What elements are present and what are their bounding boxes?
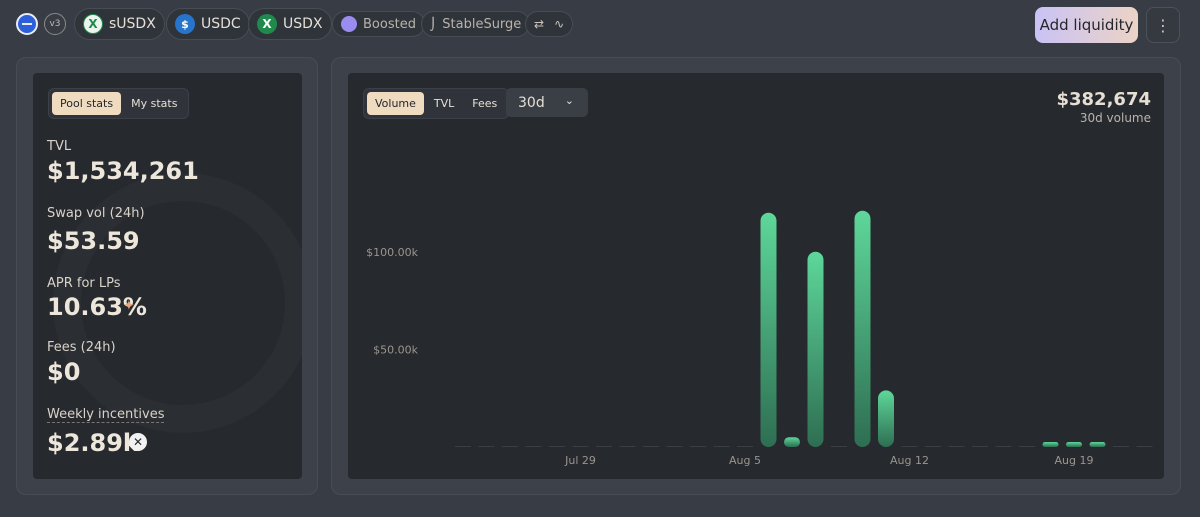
version-badge: v3 bbox=[44, 13, 66, 35]
volume-bar[interactable] bbox=[502, 446, 518, 447]
tab-my-stats[interactable]: My stats bbox=[123, 92, 185, 115]
volume-bar[interactable] bbox=[643, 446, 659, 447]
token-symbol: sUSDX bbox=[109, 16, 156, 32]
volume-bar[interactable] bbox=[525, 446, 542, 447]
fees-label: Fees (24h) bbox=[47, 340, 116, 355]
volume-bar[interactable] bbox=[1113, 446, 1129, 447]
volume-bar[interactable] bbox=[666, 446, 683, 447]
x-tick-label: Aug 12 bbox=[890, 454, 929, 467]
volume-bar[interactable] bbox=[713, 446, 730, 447]
incentive-token-icon: ✕ bbox=[129, 433, 147, 451]
boosted-label: Boosted bbox=[363, 16, 416, 32]
token-chip-usdx[interactable]: X USDX bbox=[248, 8, 332, 40]
volume-bar[interactable] bbox=[1089, 442, 1106, 447]
more-options-button[interactable]: ⋮ bbox=[1146, 7, 1180, 43]
swap-arrows-icon: ⇄ bbox=[534, 17, 545, 31]
usdc-icon: $ bbox=[175, 14, 195, 34]
token-symbol: USDX bbox=[283, 16, 323, 32]
hook-icon: ⌡ bbox=[430, 17, 437, 31]
volume-chart: $50.00k $100.00k Jul 29 Aug 5 Aug 12 Aug 19 bbox=[366, 210, 1153, 467]
volume-bar[interactable] bbox=[1042, 442, 1059, 447]
volume-bar[interactable] bbox=[995, 446, 1012, 447]
x-tick-label: Aug 5 bbox=[729, 454, 761, 467]
volume-bar[interactable] bbox=[1136, 446, 1153, 447]
hook-tag[interactable]: ⌡ StableSurge bbox=[421, 11, 531, 37]
swap-volume-value: $53.59 bbox=[47, 227, 140, 255]
volume-bar[interactable] bbox=[1066, 442, 1082, 447]
tab-pool-stats[interactable]: Pool stats bbox=[52, 92, 122, 115]
volume-bar[interactable] bbox=[760, 212, 777, 447]
volume-bar[interactable] bbox=[784, 437, 800, 447]
x-tick-label: Jul 29 bbox=[564, 454, 596, 467]
token-chip-usdc[interactable]: $ USDC bbox=[166, 8, 250, 40]
hook-label: StableSurge bbox=[442, 16, 522, 32]
curve-icon: ∿ bbox=[554, 17, 565, 31]
boosted-icon bbox=[341, 16, 357, 32]
y-tick-label: $100.00k bbox=[366, 246, 418, 259]
volume-bar[interactable] bbox=[549, 446, 565, 447]
x-tick-label: Aug 19 bbox=[1055, 454, 1094, 467]
pool-type-tag[interactable]: ⇄ ∿ bbox=[525, 11, 574, 37]
volume-bar[interactable] bbox=[831, 446, 847, 447]
y-tick-label: $50.00k bbox=[373, 343, 418, 356]
usdx-icon: X bbox=[257, 14, 277, 34]
stats-panel: Pool stats My stats TVL $1,534,261 Swap … bbox=[33, 73, 302, 479]
volume-bar[interactable] bbox=[596, 446, 612, 447]
volume-bar[interactable] bbox=[925, 446, 941, 447]
boosted-tag[interactable]: Boosted bbox=[332, 11, 425, 37]
volume-bar[interactable] bbox=[807, 251, 824, 447]
chart-panel: Volume TVL Fees 30d ⌄ $382,674 30d volum… bbox=[348, 73, 1164, 479]
stats-tabs: Pool stats My stats bbox=[48, 88, 190, 119]
pool-header: v3 X sUSDX $ USDC X USDX Boosted ⌡ Stabl… bbox=[0, 0, 1200, 52]
sparkle-icon[interactable]: ✦ bbox=[123, 298, 135, 314]
add-liquidity-button[interactable]: Add liquidity bbox=[1035, 7, 1138, 43]
volume-bar[interactable] bbox=[478, 446, 495, 447]
volume-bar[interactable] bbox=[572, 446, 589, 447]
volume-bar[interactable] bbox=[619, 446, 636, 447]
tvl-label: TVL bbox=[47, 139, 72, 154]
volume-bar[interactable] bbox=[901, 446, 918, 447]
weekly-incentives-label[interactable]: Weekly incentives bbox=[47, 407, 165, 423]
volume-bar[interactable] bbox=[972, 446, 988, 447]
protocol-logo-icon bbox=[16, 13, 38, 35]
volume-bar[interactable] bbox=[737, 446, 753, 447]
volume-bar[interactable] bbox=[690, 446, 706, 447]
fees-value: $0 bbox=[47, 358, 81, 386]
volume-bar[interactable] bbox=[948, 446, 965, 447]
apr-label: APR for LPs bbox=[47, 276, 121, 291]
volume-bar[interactable] bbox=[1019, 446, 1035, 447]
more-vertical-icon: ⋮ bbox=[1155, 15, 1171, 35]
token-chip-susdx[interactable]: X sUSDX bbox=[74, 8, 165, 40]
usdx-icon: X bbox=[83, 14, 103, 34]
swap-volume-label: Swap vol (24h) bbox=[47, 206, 145, 221]
token-symbol: USDC bbox=[201, 16, 241, 32]
tvl-value: $1,534,261 bbox=[47, 157, 199, 185]
volume-bar[interactable] bbox=[455, 446, 471, 447]
volume-bar[interactable] bbox=[854, 210, 871, 447]
volume-bar[interactable] bbox=[878, 390, 894, 447]
weekly-incentives-value: $2.89k bbox=[47, 429, 139, 457]
